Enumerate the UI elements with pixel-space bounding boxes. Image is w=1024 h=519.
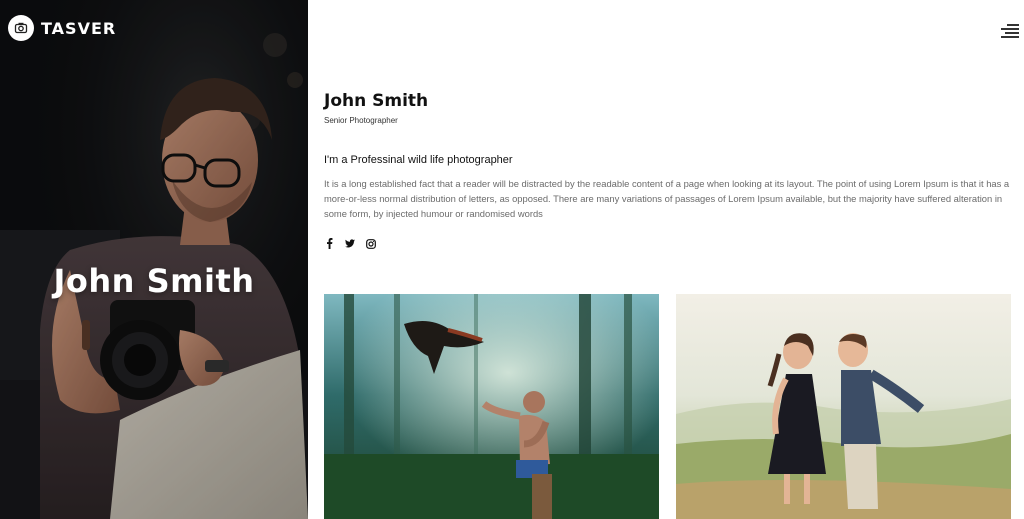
menu-line <box>1005 32 1019 34</box>
hero-photo <box>0 0 308 519</box>
children-kiss-photo <box>676 294 1011 519</box>
instagram-icon[interactable] <box>366 238 376 249</box>
forest-bird-photo <box>324 294 659 519</box>
brand-name: TASVER <box>41 18 117 38</box>
hero-title: John Smith <box>53 262 255 300</box>
profile-section: John Smith Senior Photographer I'm a Pro… <box>324 91 1014 249</box>
facebook-icon[interactable] <box>324 238 334 249</box>
social-links <box>324 238 1014 249</box>
camera-icon <box>8 15 34 41</box>
profile-role: Senior Photographer <box>324 116 398 125</box>
menu-line <box>1001 28 1019 30</box>
hero-panel: TASVER John Smith <box>0 0 308 519</box>
menu-line <box>1007 24 1019 26</box>
profile-bio: It is a long established fact that a rea… <box>324 178 1010 219</box>
gallery-image-children[interactable] <box>676 294 1011 519</box>
twitter-icon[interactable] <box>345 238 355 249</box>
hamburger-menu-icon[interactable] <box>1001 24 1019 38</box>
menu-line <box>1001 36 1019 38</box>
gallery-image-forest[interactable] <box>324 294 659 519</box>
profile-tagline: I'm a Professinal wild life photographer <box>324 154 513 166</box>
profile-name: John Smith <box>324 91 429 111</box>
brand-logo[interactable]: TASVER <box>8 15 116 41</box>
